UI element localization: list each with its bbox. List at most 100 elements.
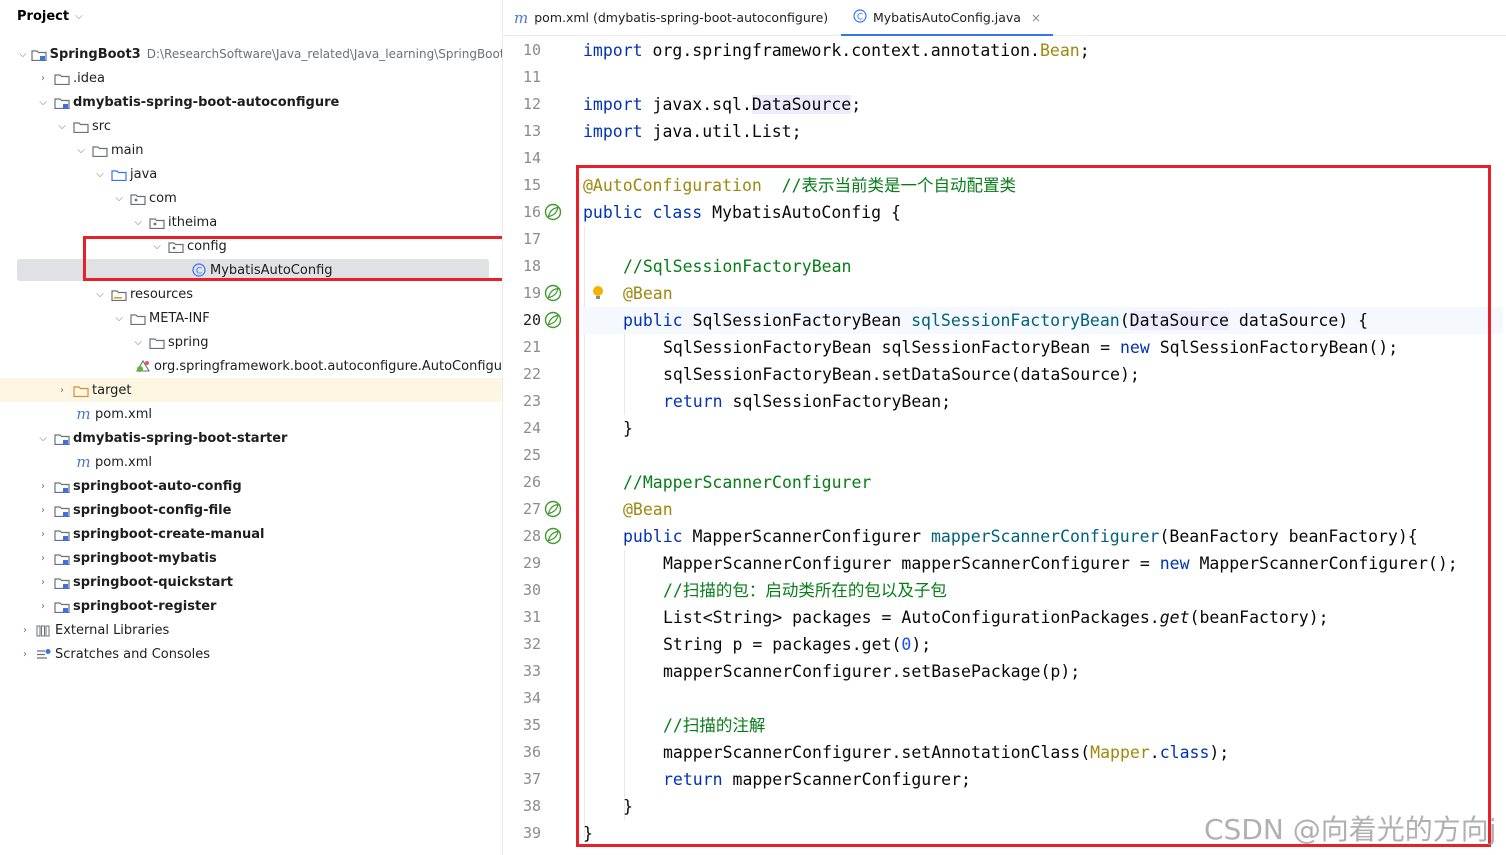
chevron-right-icon[interactable]: › xyxy=(37,601,49,612)
tree-item-resources[interactable]: ⌵ resources xyxy=(0,282,502,306)
tree-item-autoconfiguration-imports[interactable]: org.springframework.boot.autoconfigure.A… xyxy=(0,354,502,378)
class-icon: C xyxy=(853,9,867,26)
code-token: Mapper xyxy=(1090,743,1150,762)
code-token: List<String> packages = AutoConfiguratio… xyxy=(663,608,1160,627)
tree-item-springboot3[interactable]: ⌵ SpringBoot3 D:\ResearchSoftware\Java_r… xyxy=(0,42,502,66)
chevron-right-icon[interactable]: › xyxy=(19,649,31,660)
tree-item-spring[interactable]: ⌵ spring xyxy=(0,330,502,354)
folder-icon xyxy=(91,143,108,157)
chevron-down-icon[interactable]: ⌵ xyxy=(132,337,144,348)
tree-item-dmybatis-starter[interactable]: ⌵ dmybatis-spring-boot-starter xyxy=(0,426,502,450)
code-editor[interactable]: import org.springframework.context.annot… xyxy=(583,37,1506,855)
code-line-26: //MapperScannerConfigurer xyxy=(583,469,1503,496)
chevron-down-icon[interactable]: ⌵ xyxy=(132,217,144,228)
tree-item-main[interactable]: ⌵ main xyxy=(0,138,502,162)
tree-item-dmybatis-autoconfigure[interactable]: ⌵ dmybatis-spring-boot-autoconfigure xyxy=(0,90,502,114)
tree-item-springboot-quickstart[interactable]: › springboot-quickstart xyxy=(0,570,502,594)
chevron-right-icon[interactable]: › xyxy=(37,505,49,516)
tree-item-meta-inf[interactable]: ⌵ META-INF xyxy=(0,306,502,330)
code-line-12: import javax.sql.DataSource; xyxy=(583,91,1503,118)
code-token: javax.sql. xyxy=(642,95,752,114)
tree-item-target[interactable]: › target xyxy=(0,378,502,402)
chevron-down-icon[interactable]: ⌵ xyxy=(37,97,49,108)
code-token: import xyxy=(583,95,643,114)
code-comment: //扫描的包：启动类所在的包以及子包 xyxy=(663,581,947,600)
tree-item-springboot-register[interactable]: › springboot-register xyxy=(0,594,502,618)
tab-label: pom.xml (dmybatis-spring-boot-autoconfig… xyxy=(534,10,829,25)
chevron-right-icon[interactable]: › xyxy=(19,625,31,636)
tree-item-idea[interactable]: › .idea xyxy=(0,66,502,90)
tree-item-com[interactable]: ⌵ com xyxy=(0,186,502,210)
chevron-right-icon[interactable]: › xyxy=(37,577,49,588)
spring-bean-icon[interactable] xyxy=(544,203,562,221)
line-number: 31 xyxy=(522,608,541,626)
tab-mybatisautoconfig[interactable]: C MybatisAutoConfig.java × xyxy=(841,0,1054,36)
tree-item-external-libraries[interactable]: › External Libraries xyxy=(0,618,502,642)
line-number: 16 xyxy=(522,203,541,221)
code-line-18: //SqlSessionFactoryBean xyxy=(583,253,1503,280)
chevron-right-icon[interactable]: › xyxy=(37,73,49,84)
tree-item-label: main xyxy=(111,142,144,158)
code-line-27: @Bean xyxy=(583,496,1503,523)
close-icon[interactable]: × xyxy=(1031,11,1041,25)
spring-bean-icon[interactable] xyxy=(544,284,562,302)
chevron-right-icon[interactable]: › xyxy=(37,553,49,564)
chevron-down-icon[interactable]: ⌵ xyxy=(56,121,68,132)
tree-item-pom-starter[interactable]: m pom.xml xyxy=(0,450,502,474)
tree-item-itheima[interactable]: ⌵ itheima xyxy=(0,210,502,234)
chevron-down-icon[interactable]: ⌵ xyxy=(37,433,49,444)
tree-item-label: MybatisAutoConfig xyxy=(210,262,333,278)
tree-item-mybatisautoconfig[interactable]: C MybatisAutoConfig xyxy=(0,258,502,282)
tree-item-label: Scratches and Consoles xyxy=(55,646,211,662)
tree-item-java[interactable]: ⌵ java xyxy=(0,162,502,186)
tree-item-path: D:\ResearchSoftware\Java_related\Java_le… xyxy=(146,47,503,61)
project-view-selector[interactable]: Project ⌵ xyxy=(17,9,83,24)
tree-item-springboot-config-file[interactable]: › springboot-config-file xyxy=(0,498,502,522)
chevron-right-icon[interactable]: › xyxy=(37,529,49,540)
code-token: @Bean xyxy=(623,500,673,519)
tree-item-label: org.springframework.boot.autoconfigure.A… xyxy=(153,358,502,374)
code-token: ; xyxy=(851,95,862,114)
code-token: (beanFactory); xyxy=(1189,608,1329,627)
code-token: DataSource xyxy=(1129,311,1229,330)
tree-item-label: springboot-config-file xyxy=(73,502,232,518)
code-token: sqlSessionFactoryBean.setDataSource(data… xyxy=(663,365,1140,384)
chevron-down-icon[interactable]: ⌵ xyxy=(113,193,125,204)
chevron-right-icon[interactable]: › xyxy=(56,385,68,396)
chevron-down-icon[interactable]: ⌵ xyxy=(19,49,27,60)
code-token: mapperScannerConfigurer.setAnnotationCla… xyxy=(663,743,1091,762)
tree-item-springboot-auto-config[interactable]: › springboot-auto-config xyxy=(0,474,502,498)
chevron-down-icon[interactable]: ⌵ xyxy=(113,313,125,324)
tree-item-springboot-mybatis[interactable]: › springboot-mybatis xyxy=(0,546,502,570)
chevron-down-icon[interactable]: ⌵ xyxy=(94,289,106,300)
code-token: get xyxy=(1159,608,1190,627)
chevron-right-icon[interactable]: › xyxy=(37,481,49,492)
line-number: 36 xyxy=(522,743,541,761)
code-line-31: List<String> packages = AutoConfiguratio… xyxy=(583,604,1503,631)
spring-bean-icon[interactable] xyxy=(544,527,562,545)
tree-item-config[interactable]: ⌵ config xyxy=(0,234,502,258)
tree-item-label: dmybatis-spring-boot-autoconfigure xyxy=(73,94,340,110)
spring-bean-icon[interactable] xyxy=(544,311,562,329)
code-token: new xyxy=(1159,554,1190,573)
chevron-down-icon[interactable]: ⌵ xyxy=(151,241,163,252)
tree-item-springboot-create-manual[interactable]: › springboot-create-manual xyxy=(0,522,502,546)
source-folder-icon xyxy=(110,167,127,181)
tree-item-src[interactable]: ⌵ src xyxy=(0,114,502,138)
module-folder-icon xyxy=(30,47,47,61)
chevron-down-icon[interactable]: ⌵ xyxy=(94,169,106,180)
spring-bean-icon[interactable] xyxy=(544,500,562,518)
tab-pom-xml[interactable]: m pom.xml (dmybatis-spring-boot-autoconf… xyxy=(514,0,828,35)
chevron-down-icon[interactable]: ⌵ xyxy=(75,145,87,156)
code-token: . xyxy=(1149,743,1160,762)
line-number: 32 xyxy=(522,635,541,653)
code-token: 0 xyxy=(901,635,912,654)
lightbulb-icon[interactable] xyxy=(591,284,609,302)
code-line-16: public class MybatisAutoConfig { xyxy=(583,199,1503,226)
tree-item-scratches[interactable]: › Scratches and Consoles xyxy=(0,642,502,666)
maven-icon: m xyxy=(76,405,91,423)
code-line-21: SqlSessionFactoryBean sqlSessionFactoryB… xyxy=(583,334,1503,361)
code-token: java.util.List; xyxy=(642,122,802,141)
module-folder-icon xyxy=(53,479,70,493)
tree-item-pom-autoconfigure[interactable]: m pom.xml xyxy=(0,402,502,426)
